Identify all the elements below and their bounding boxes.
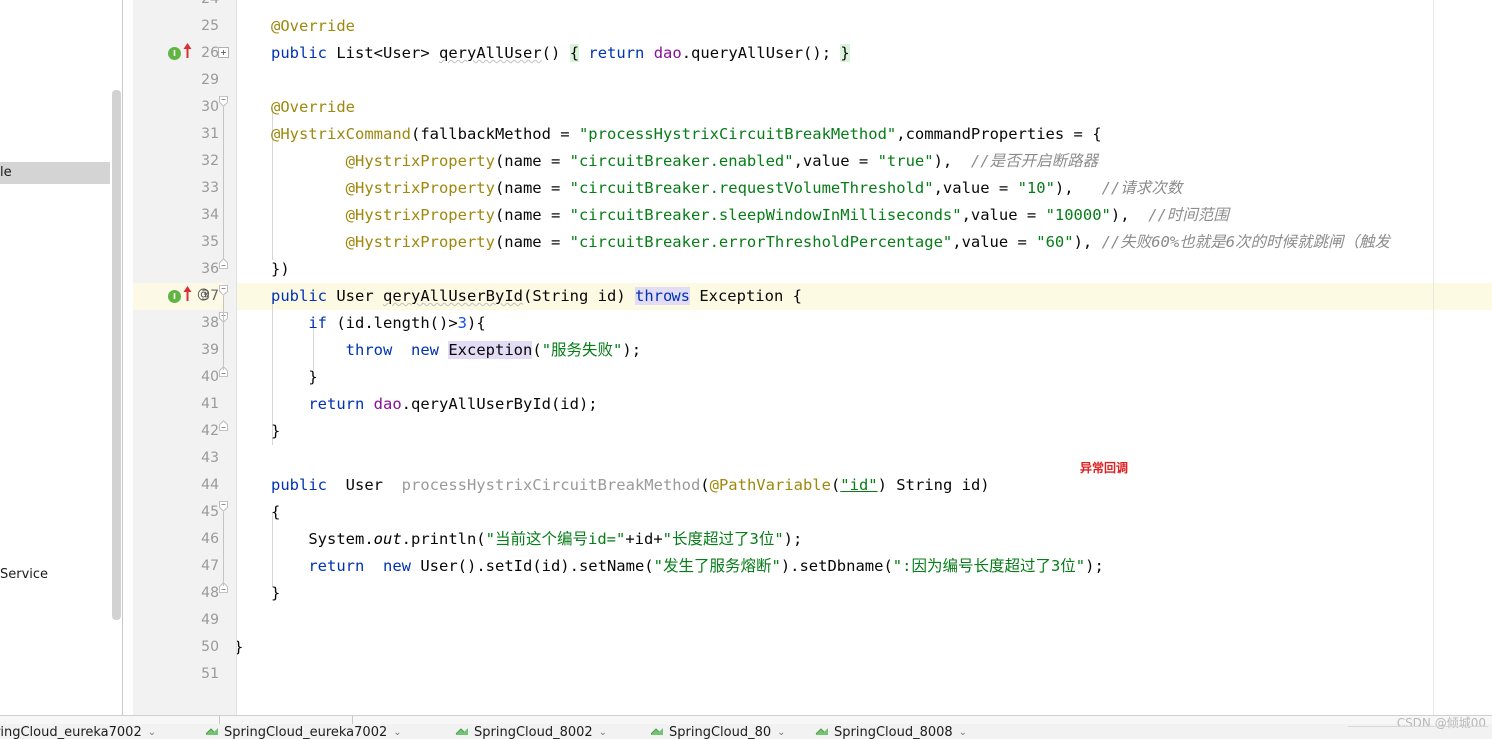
fold-collapse-icon[interactable]	[218, 96, 229, 107]
code-line[interactable]: @HystrixProperty(name = "circuitBreaker.…	[271, 148, 1098, 175]
fold-collapse-icon[interactable]	[218, 285, 229, 296]
bottom-tab-label: SpringCloud_8002	[474, 724, 593, 739]
fold-collapse-icon[interactable]	[218, 258, 229, 269]
code-line[interactable]: {	[271, 499, 280, 526]
code-line[interactable]: return new User().setId(id).setName("发生了…	[271, 553, 1103, 580]
code-line[interactable]: @HystrixProperty(name = "circuitBreaker.…	[271, 229, 1390, 256]
project-tree-item-label: Service	[0, 567, 49, 582]
chevron-down-icon[interactable]: ⌄	[777, 727, 785, 738]
maven-module-icon	[650, 726, 664, 738]
user-annotation-note: 异常回调	[1080, 461, 1129, 475]
right-margin-line	[1433, 0, 1434, 715]
bottom-tab-springcloud-eureka7002-a[interactable]: ringCloud_eureka7002 ⌄	[0, 724, 156, 739]
code-line[interactable]: if (id.length()>3){	[271, 310, 485, 337]
code-line[interactable]: @HystrixProperty(name = "circuitBreaker.…	[271, 202, 1229, 229]
project-tree-item-selected[interactable]: le	[0, 162, 122, 184]
run-gutter-icon[interactable]: I	[168, 47, 181, 60]
code-line[interactable]: System.out.println("当前这个编号id="+id+"长度超过了…	[271, 526, 802, 553]
fold-connector-line	[223, 107, 224, 259]
project-panel-scrollbar-thumb[interactable]	[112, 90, 121, 620]
maven-module-icon	[815, 726, 829, 738]
code-line[interactable]: @Override	[271, 94, 355, 121]
project-panel-top-blank	[0, 0, 111, 155]
bottom-tab-label: SpringCloud_8008	[834, 724, 953, 739]
code-editor-area[interactable]: @Override public List<User> qeryAllUser(…	[237, 0, 1492, 715]
maven-module-icon	[205, 726, 219, 738]
override-arrow-icon[interactable]	[183, 286, 192, 301]
chevron-down-icon[interactable]: ⌄	[599, 727, 607, 738]
code-line[interactable]: }	[271, 580, 280, 607]
chevron-down-icon[interactable]: ⌄	[393, 727, 401, 738]
bottom-tab-springcloud-8002[interactable]: SpringCloud_8002 ⌄	[455, 724, 607, 739]
project-tree-item-service[interactable]: Service	[0, 564, 48, 586]
bottom-tab-springcloud-eureka7002-b[interactable]: SpringCloud_eureka7002 ⌄	[205, 724, 402, 739]
gutter-fold-column[interactable]	[207, 0, 237, 715]
chevron-down-icon[interactable]: ⌄	[959, 727, 967, 738]
run-gutter-icon[interactable]: I	[168, 290, 181, 303]
code-line[interactable]: }	[271, 418, 280, 445]
override-arrow-icon[interactable]	[183, 43, 192, 58]
bottom-tab-label: SpringCloud_eureka7002	[224, 724, 388, 739]
bottom-tab-springcloud-8008[interactable]: SpringCloud_8008 ⌄	[815, 724, 967, 739]
code-line[interactable]: @HystrixProperty(name = "circuitBreaker.…	[271, 175, 1183, 202]
chevron-down-icon[interactable]: ⌄	[148, 727, 156, 738]
fold-expand-icon[interactable]	[218, 47, 229, 58]
watermark-strike-line	[1348, 726, 1488, 727]
code-line[interactable]: }	[237, 634, 243, 661]
fold-connector-line	[223, 323, 224, 370]
code-line-current[interactable]: public User qeryAllUserById(String id) t…	[271, 283, 802, 310]
maven-module-icon	[455, 726, 469, 738]
bottom-bar-top-strip	[0, 716, 1492, 724]
code-line[interactable]: }	[271, 364, 317, 391]
code-line[interactable]: @Override	[271, 13, 355, 40]
csdn-watermark: CSDN @倾城00	[1396, 716, 1486, 730]
project-tool-window[interactable]: le Service	[0, 0, 123, 715]
bottom-bar-separator	[352, 716, 353, 724]
fold-collapse-icon[interactable]	[218, 501, 229, 512]
code-line[interactable]: throw new Exception("服务失败");	[271, 337, 641, 364]
fold-connector-line	[223, 512, 224, 586]
fold-region-end-icon[interactable]	[218, 420, 229, 431]
code-line[interactable]: })	[271, 256, 290, 283]
bottom-bar-separator	[219, 716, 220, 724]
bottom-tab-label: SpringCloud_80	[669, 724, 772, 739]
code-line[interactable]: return dao.qeryAllUserById(id);	[271, 391, 597, 418]
code-line[interactable]: public User processHystrixCircuitBreakMe…	[271, 472, 990, 499]
bottom-tab-label: ringCloud_eureka7002	[0, 724, 142, 739]
code-line[interactable]: public List<User> qeryAllUser() { return…	[271, 40, 850, 67]
project-tree-item-label: le	[0, 165, 12, 180]
bottom-tool-window-bar[interactable]: ringCloud_eureka7002 ⌄ SpringCloud_eurek…	[0, 715, 1492, 739]
project-panel-scrollbar[interactable]	[110, 0, 122, 715]
code-line[interactable]: @HystrixCommand(fallbackMethod = "proces…	[271, 121, 1102, 148]
ide-window: le Service 24 25 26 29 30 31 32 33 34 35…	[0, 0, 1492, 739]
bottom-tab-springcloud-80[interactable]: SpringCloud_80 ⌄	[650, 724, 786, 739]
